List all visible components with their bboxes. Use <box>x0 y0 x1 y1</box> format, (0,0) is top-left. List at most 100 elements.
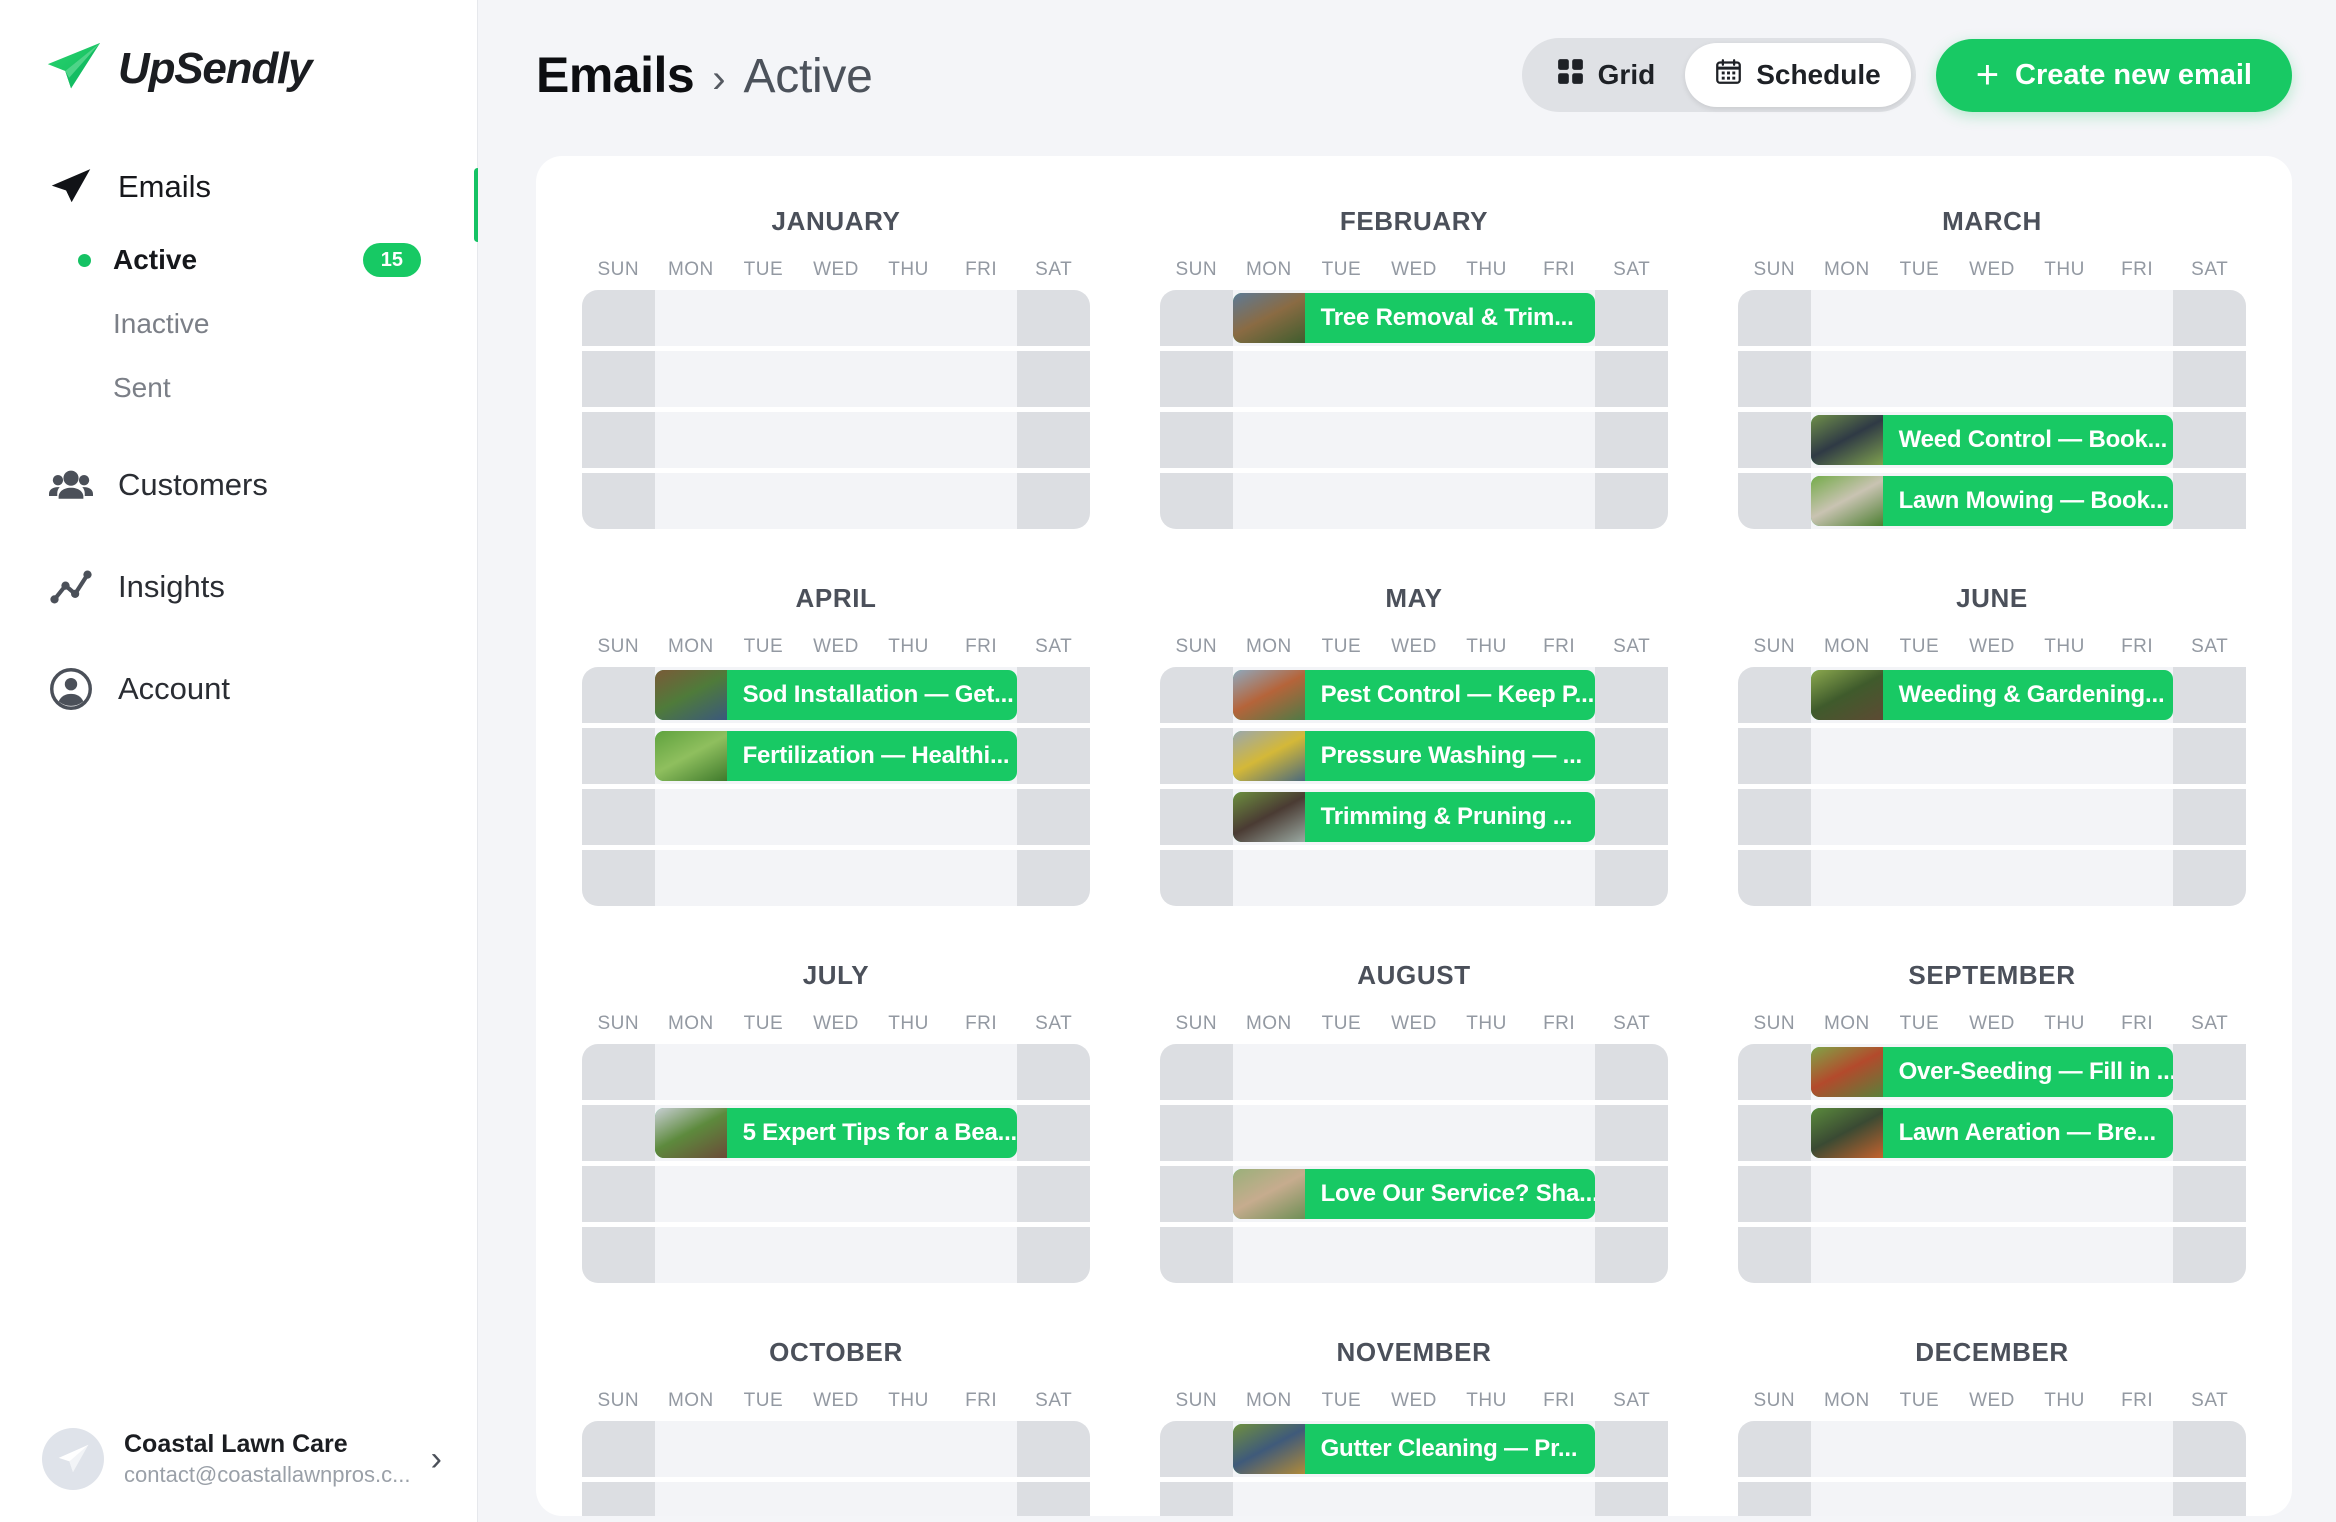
weekend-cell[interactable] <box>582 1482 655 1516</box>
weekday-cell[interactable] <box>1883 351 1956 407</box>
weekday-cell[interactable] <box>1955 1166 2029 1222</box>
weekend-cell[interactable] <box>1595 789 1668 845</box>
weekday-cell[interactable] <box>2100 728 2174 784</box>
weekend-cell[interactable] <box>1595 351 1668 407</box>
sidebar-item-customers[interactable]: Customers <box>0 448 477 522</box>
weekday-cell[interactable] <box>944 473 1018 529</box>
weekday-cell[interactable] <box>2100 290 2174 346</box>
email-event-card[interactable]: Lawn Mowing — Book... <box>1810 476 2174 526</box>
weekend-cell[interactable] <box>1160 1421 1233 1477</box>
weekend-cell[interactable] <box>1738 728 1811 784</box>
weekday-cell[interactable] <box>1232 412 1306 468</box>
weekend-cell[interactable] <box>1595 473 1668 529</box>
weekend-cell[interactable] <box>1738 1482 1811 1516</box>
weekend-cell[interactable] <box>2173 728 2246 784</box>
weekday-cell[interactable] <box>1883 1227 1956 1283</box>
weekday-cell[interactable] <box>872 473 945 529</box>
weekend-cell[interactable] <box>1017 412 1090 468</box>
breadcrumb-root[interactable]: Emails <box>536 46 695 104</box>
weekend-cell[interactable] <box>1595 1166 1668 1222</box>
weekday-cell[interactable] <box>799 473 873 529</box>
weekday-cell[interactable] <box>1810 789 1884 845</box>
weekday-cell[interactable] <box>727 850 800 906</box>
weekday-cell[interactable] <box>799 789 873 845</box>
profile-card[interactable]: Coastal Lawn Care contact@coastallawnpro… <box>0 1428 478 1490</box>
weekend-cell[interactable] <box>582 1105 655 1161</box>
weekday-cell[interactable] <box>944 1044 1018 1100</box>
weekday-cell[interactable] <box>799 1166 873 1222</box>
weekday-cell[interactable] <box>2100 1166 2174 1222</box>
weekday-cell[interactable] <box>1955 789 2029 845</box>
weekday-cell[interactable] <box>1522 351 1596 407</box>
weekend-cell[interactable] <box>2173 1105 2246 1161</box>
email-event-card[interactable]: Love Our Service? Sha... <box>1232 1169 1596 1219</box>
weekend-cell[interactable] <box>1595 1482 1668 1516</box>
weekday-cell[interactable] <box>654 1166 728 1222</box>
weekday-cell[interactable] <box>727 412 800 468</box>
weekday-cell[interactable] <box>1522 1044 1596 1100</box>
email-event-card[interactable]: Fertilization — Healthi... <box>654 731 1018 781</box>
weekend-cell[interactable] <box>582 351 655 407</box>
weekday-cell[interactable] <box>872 1227 945 1283</box>
email-event-card[interactable]: Gutter Cleaning — Pr... <box>1232 1424 1596 1474</box>
weekday-cell[interactable] <box>1232 1044 1306 1100</box>
weekday-cell[interactable] <box>2100 850 2174 906</box>
weekday-cell[interactable] <box>1305 1227 1378 1283</box>
weekday-cell[interactable] <box>2100 1482 2174 1516</box>
weekend-cell[interactable] <box>582 473 655 529</box>
weekend-cell[interactable] <box>1595 1044 1668 1100</box>
weekday-cell[interactable] <box>1450 1044 1523 1100</box>
weekday-cell[interactable] <box>1883 1482 1956 1516</box>
weekend-cell[interactable] <box>1738 473 1811 529</box>
weekday-cell[interactable] <box>944 1227 1018 1283</box>
weekend-cell[interactable] <box>1595 667 1668 723</box>
weekend-cell[interactable] <box>1160 1105 1233 1161</box>
weekday-cell[interactable] <box>727 290 800 346</box>
weekend-cell[interactable] <box>1738 789 1811 845</box>
weekday-cell[interactable] <box>2100 1421 2174 1477</box>
weekend-cell[interactable] <box>582 728 655 784</box>
weekend-cell[interactable] <box>1595 850 1668 906</box>
weekend-cell[interactable] <box>1595 290 1668 346</box>
weekday-cell[interactable] <box>799 1482 873 1516</box>
weekend-cell[interactable] <box>582 1421 655 1477</box>
weekday-cell[interactable] <box>799 1044 873 1100</box>
weekday-cell[interactable] <box>654 1421 728 1477</box>
weekday-cell[interactable] <box>799 290 873 346</box>
weekday-cell[interactable] <box>654 789 728 845</box>
weekday-cell[interactable] <box>1522 1482 1596 1516</box>
email-event-card[interactable]: Weed Control — Book... <box>1810 415 2174 465</box>
weekday-cell[interactable] <box>1810 351 1884 407</box>
weekday-cell[interactable] <box>1377 351 1451 407</box>
weekend-cell[interactable] <box>2173 1166 2246 1222</box>
weekday-cell[interactable] <box>799 412 873 468</box>
weekend-cell[interactable] <box>1738 850 1811 906</box>
brand-logo[interactable]: UpSendly <box>0 0 477 100</box>
email-event-card[interactable]: Sod Installation — Get... <box>654 670 1018 720</box>
sidebar-item-inactive[interactable]: Inactive <box>0 292 477 356</box>
weekday-cell[interactable] <box>872 351 945 407</box>
weekday-cell[interactable] <box>1522 1227 1596 1283</box>
create-new-email-button[interactable]: + Create new email <box>1935 38 2292 112</box>
weekday-cell[interactable] <box>1377 1482 1451 1516</box>
weekday-cell[interactable] <box>727 351 800 407</box>
email-event-card[interactable]: Pest Control — Keep P... <box>1232 670 1596 720</box>
weekend-cell[interactable] <box>1160 1482 1233 1516</box>
weekday-cell[interactable] <box>727 1166 800 1222</box>
sidebar-item-insights[interactable]: Insights <box>0 550 477 624</box>
weekday-cell[interactable] <box>1810 850 1884 906</box>
weekday-cell[interactable] <box>1450 850 1523 906</box>
weekend-cell[interactable] <box>582 1166 655 1222</box>
weekend-cell[interactable] <box>1160 1044 1233 1100</box>
weekend-cell[interactable] <box>582 850 655 906</box>
weekday-cell[interactable] <box>872 1166 945 1222</box>
weekend-cell[interactable] <box>1738 1166 1811 1222</box>
weekday-cell[interactable] <box>1450 473 1523 529</box>
weekday-cell[interactable] <box>2028 728 2101 784</box>
weekday-cell[interactable] <box>872 850 945 906</box>
weekday-cell[interactable] <box>727 1482 800 1516</box>
weekday-cell[interactable] <box>872 1421 945 1477</box>
weekend-cell[interactable] <box>1017 351 1090 407</box>
weekday-cell[interactable] <box>654 1044 728 1100</box>
weekend-cell[interactable] <box>1017 1044 1090 1100</box>
